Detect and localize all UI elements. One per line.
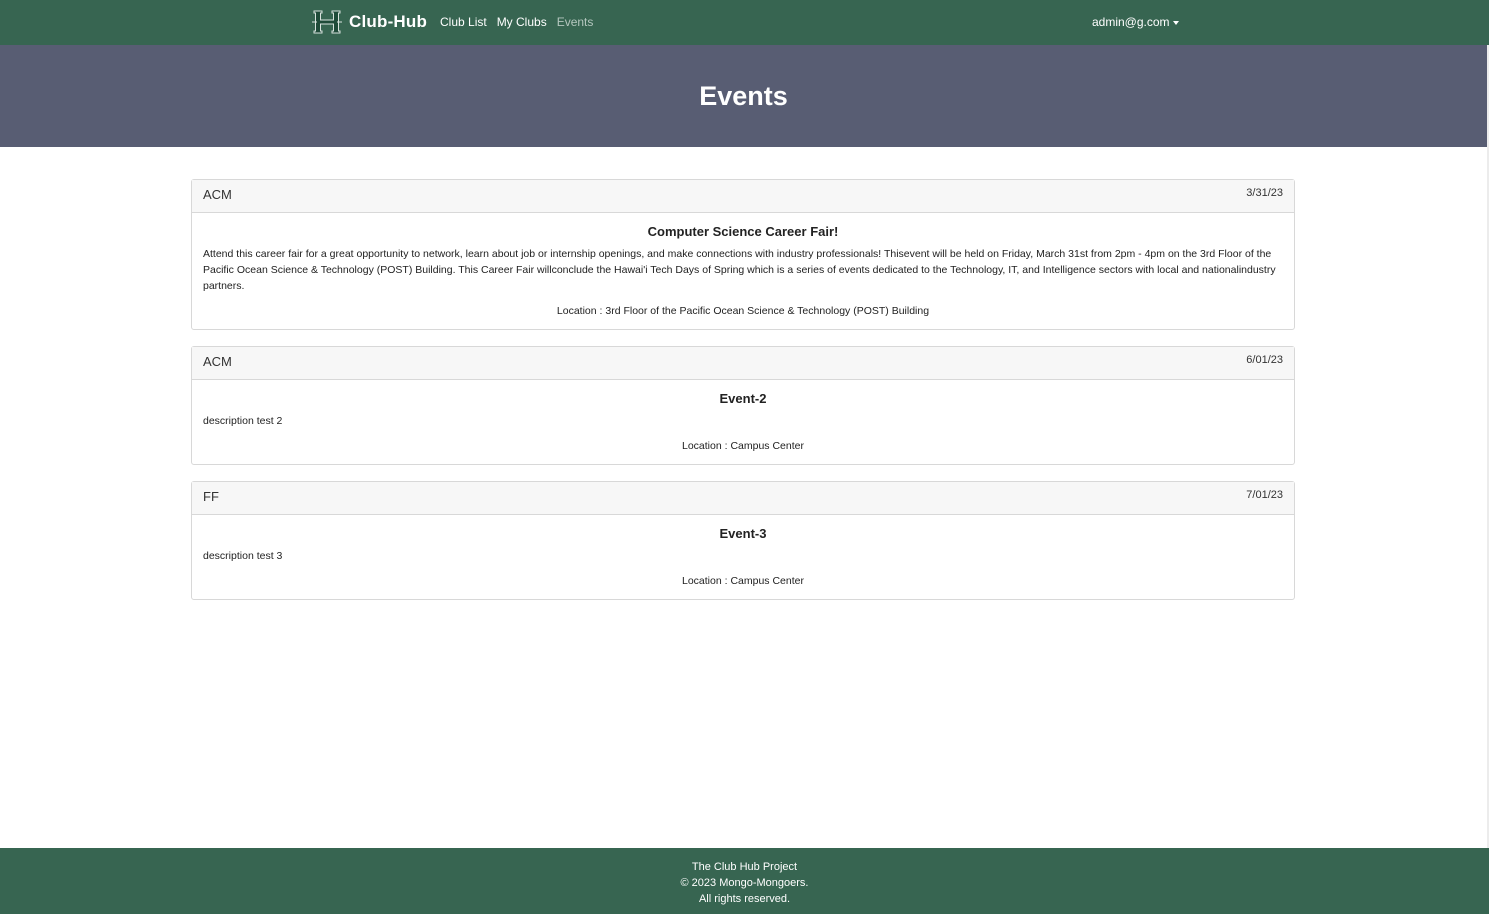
event-date: 7/01/23 [1246, 489, 1283, 501]
navbar: Club-Hub Club List My Clubs Events admin… [0, 0, 1489, 45]
page-header: Events [0, 45, 1487, 147]
footer-copyright: © 2023 Mongo-Mongoers. [680, 877, 809, 889]
event-description: description test 2 [203, 415, 283, 427]
event-title: Event-2 [719, 391, 767, 406]
event-card-body: Event-2 description test 2 Location : Ca… [192, 380, 1294, 464]
events-list: ACM 3/31/23 Computer Science Career Fair… [191, 179, 1295, 616]
user-email: admin@g.com [1092, 15, 1170, 29]
event-card: FF 7/01/23 Event-3 description test 3 Lo… [191, 481, 1295, 600]
page-title: Events [699, 80, 788, 111]
brand-link[interactable]: Club-Hub [311, 8, 427, 36]
footer-rights: All rights reserved. [698, 893, 791, 905]
event-date: 3/31/23 [1246, 187, 1283, 199]
event-location: Location : Campus Center [682, 440, 804, 452]
event-card-body: Computer Science Career Fair! Attend thi… [192, 213, 1294, 329]
event-location: Location : 3rd Floor of the Pacific Ocea… [556, 305, 930, 317]
event-card: ACM 6/01/23 Event-2 description test 2 L… [191, 346, 1295, 465]
brand-name: Club-Hub [349, 12, 428, 31]
nav-link-events[interactable]: Events [557, 15, 594, 29]
event-card-header: ACM 3/31/23 [192, 180, 1294, 213]
uh-h-logo-icon [312, 10, 342, 34]
nav-link-my-clubs[interactable]: My Clubs [497, 15, 547, 29]
event-club-name: ACM [203, 354, 232, 369]
event-club-name: ACM [203, 187, 232, 202]
event-description: Attend this career fair for a great oppo… [203, 248, 1276, 292]
event-title: Computer Science Career Fair! [647, 224, 839, 239]
nav-links: Club List My Clubs Events [440, 15, 593, 29]
footer: The Club Hub Project © 2023 Mongo-Mongoe… [0, 848, 1489, 914]
event-card: ACM 3/31/23 Computer Science Career Fair… [191, 179, 1295, 330]
event-card-header: FF 7/01/23 [192, 482, 1294, 515]
event-card-header: ACM 6/01/23 [192, 347, 1294, 380]
event-title: Event-3 [719, 526, 767, 541]
footer-project-name: The Club Hub Project [691, 861, 798, 873]
event-description: description test 3 [203, 550, 283, 562]
event-card-body: Event-3 description test 3 Location : Ca… [192, 515, 1294, 599]
event-club-name: FF [203, 489, 219, 504]
user-dropdown[interactable]: admin@g.com [1092, 15, 1179, 29]
caret-down-icon [1172, 20, 1179, 25]
nav-link-club-list[interactable]: Club List [440, 15, 487, 29]
event-date: 6/01/23 [1246, 354, 1283, 366]
event-location: Location : Campus Center [682, 575, 804, 587]
